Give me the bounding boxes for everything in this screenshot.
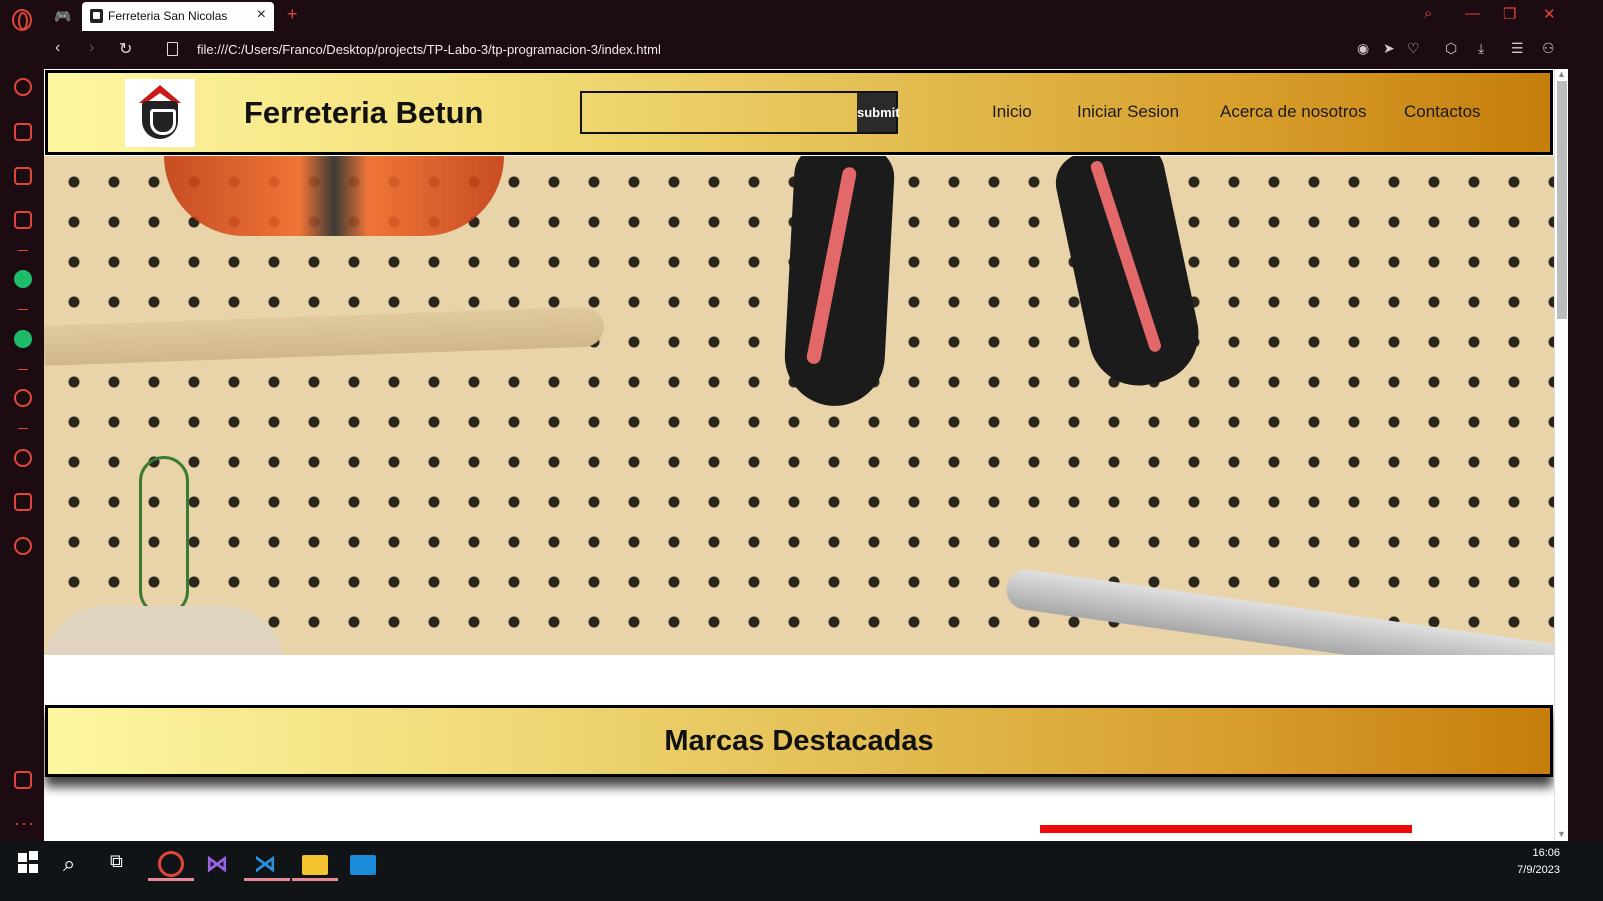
opera-menu-icon[interactable]	[12, 9, 32, 31]
address-bar: ‹ › ↻ file:///C:/Users/Franco/Desktop/pr…	[45, 31, 1603, 69]
extensions-cube-icon[interactable]	[14, 493, 32, 511]
speed-dial-icon[interactable]	[14, 78, 32, 96]
page-viewport: Ferreteria Betun submit Inicio Iniciar S…	[44, 69, 1554, 841]
sidebar-divider	[18, 309, 28, 310]
more-icon[interactable]: ···	[14, 813, 35, 834]
scrollbar[interactable]: ▲ ▼	[1554, 69, 1568, 841]
plier-handle-image-part	[782, 156, 896, 409]
whatsapp-icon[interactable]	[14, 330, 32, 348]
download-icon[interactable]: ⤓	[1478, 40, 1484, 57]
sidebar: ···	[0, 31, 45, 841]
site-title: Ferreteria Betun	[244, 95, 484, 130]
tab-favicon-icon	[90, 9, 103, 23]
chatgpt-icon[interactable]	[14, 270, 32, 288]
heart-icon[interactable]: ♡	[1407, 40, 1420, 57]
window-edge	[1568, 69, 1603, 841]
featured-brands-banner: Marcas Destacadas	[45, 705, 1553, 777]
bag-icon[interactable]	[14, 123, 32, 141]
section-title: Marcas Destacadas	[664, 725, 934, 757]
page-icon	[167, 42, 178, 56]
earmuff-image-part	[164, 156, 504, 236]
taskbar: ⌕ ⧉ ⋈ ⋊ 16:06 7/9/2023	[0, 841, 1603, 901]
nav-inicio[interactable]: Inicio	[992, 102, 1032, 122]
history-icon[interactable]	[14, 449, 32, 467]
nav-iniciar-sesion[interactable]: Iniciar Sesion	[1077, 102, 1179, 122]
scroll-up-icon[interactable]: ▲	[1557, 69, 1566, 79]
hero-image	[44, 156, 1554, 655]
open-app-indicator	[292, 878, 338, 881]
mail-icon[interactable]	[350, 855, 376, 875]
settings-gear-icon[interactable]	[14, 537, 32, 555]
back-icon[interactable]: ‹	[55, 39, 60, 57]
site-header: Ferreteria Betun submit Inicio Iniciar S…	[45, 70, 1553, 155]
system-clock[interactable]: 16:06 7/9/2023	[1517, 845, 1560, 879]
task-view-icon[interactable]: ⧉	[110, 851, 136, 877]
clock-date: 7/9/2023	[1517, 864, 1560, 876]
nav-contactos[interactable]: Contactos	[1404, 102, 1481, 122]
search-tabs-icon[interactable]: ⌕	[1424, 5, 1432, 22]
camera-icon[interactable]: ◉	[1357, 40, 1369, 57]
open-app-indicator	[244, 878, 290, 881]
logo-shield-shape	[142, 101, 178, 139]
new-tab-button[interactable]: +	[287, 4, 298, 25]
visual-studio-icon[interactable]: ⋈	[206, 851, 232, 877]
url-field[interactable]: file:///C:/Users/Franco/Desktop/projects…	[197, 42, 661, 57]
sidebar-divider	[18, 250, 28, 251]
scrollbar-thumb[interactable]	[1557, 81, 1567, 319]
scroll-down-icon[interactable]: ▼	[1557, 829, 1566, 839]
play-icon[interactable]	[14, 389, 32, 407]
store-logo[interactable]	[125, 79, 195, 147]
search-icon[interactable]: ⌕	[63, 851, 89, 877]
player-icon[interactable]	[14, 211, 32, 229]
wallpaper-icon[interactable]	[14, 771, 32, 789]
active-tab[interactable]: Ferreteria San Nicolas ×	[82, 2, 274, 31]
send-icon[interactable]: ➤	[1383, 40, 1395, 57]
clock-time: 16:06	[1532, 847, 1560, 859]
search-form: submit	[580, 91, 900, 134]
active-app-indicator	[148, 878, 194, 881]
submit-button[interactable]: submit	[857, 93, 900, 132]
gamepad-icon[interactable]: 🎮	[54, 8, 71, 25]
wire-hook-image-part	[139, 456, 189, 616]
file-explorer-icon[interactable]	[302, 855, 328, 875]
cube-icon[interactable]: ⬡	[1445, 40, 1457, 57]
close-window-icon[interactable]: ✕	[1543, 5, 1556, 23]
restore-icon[interactable]: ❐	[1503, 5, 1516, 23]
glove-image-part	[44, 606, 284, 655]
red-bar	[1040, 825, 1412, 833]
sidebar-divider	[18, 369, 28, 370]
close-tab-icon[interactable]: ×	[257, 6, 266, 24]
tab-title: Ferreteria San Nicolas	[108, 9, 228, 23]
easy-setup-icon[interactable]: ☰	[1511, 40, 1524, 57]
profile-icon[interactable]: ⚇	[1542, 40, 1555, 57]
nav-acerca-de-nosotros[interactable]: Acerca de nosotros	[1220, 102, 1366, 122]
minimize-icon[interactable]: —	[1465, 5, 1480, 22]
twitch-icon[interactable]	[14, 167, 32, 185]
forward-icon[interactable]: ›	[89, 39, 94, 57]
windows-start-icon[interactable]	[18, 851, 44, 877]
search-input[interactable]	[582, 93, 857, 132]
reload-icon[interactable]: ↻	[119, 39, 132, 59]
opera-taskbar-icon[interactable]	[158, 851, 184, 877]
sidebar-divider	[18, 428, 28, 429]
tab-bar: 🎮 Ferreteria San Nicolas × + ⌕ — ❐ ✕	[0, 0, 1603, 31]
vscode-icon[interactable]: ⋊	[254, 851, 280, 877]
